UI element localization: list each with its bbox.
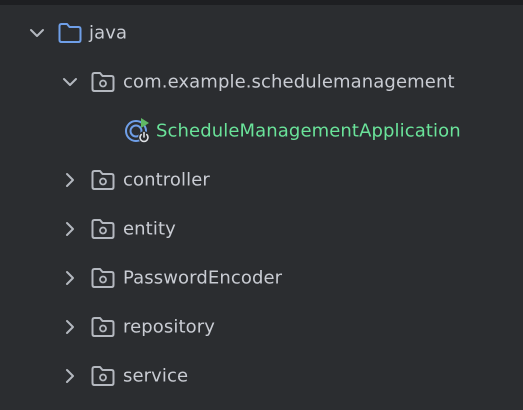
tree-node-label: service xyxy=(123,365,189,386)
package-folder-icon xyxy=(91,71,115,92)
tree-node-label: repository xyxy=(123,316,216,337)
tree-node-label: entity xyxy=(123,218,176,239)
folder-icon xyxy=(58,22,82,43)
tree-node-passwordencoder[interactable]: PasswordEncoder xyxy=(0,253,523,302)
tree-node-entity[interactable]: entity xyxy=(0,204,523,253)
chevron-right-icon[interactable] xyxy=(61,171,79,189)
tree-node-label: java xyxy=(89,22,128,43)
package-folder-icon xyxy=(91,169,115,190)
tree-node-label: ScheduleManagementApplication xyxy=(156,120,461,141)
package-folder-icon xyxy=(91,218,115,239)
tree-node-controller[interactable]: controller xyxy=(0,155,523,204)
chevron-right-icon[interactable] xyxy=(61,318,79,336)
project-tree[interactable]: java com.example.schedulemanagement Sche… xyxy=(0,8,523,400)
package-folder-icon xyxy=(91,365,115,386)
chevron-down-icon[interactable] xyxy=(61,73,79,91)
tree-node-repository[interactable]: repository xyxy=(0,302,523,351)
tree-node-package[interactable]: com.example.schedulemanagement xyxy=(0,57,523,106)
tree-node-label: com.example.schedulemanagement xyxy=(123,71,455,92)
chevron-right-icon[interactable] xyxy=(61,367,79,385)
tree-node-label: PasswordEncoder xyxy=(123,267,283,288)
chevron-down-icon[interactable] xyxy=(28,24,46,42)
tree-node-label: controller xyxy=(123,169,210,190)
panel-top-border xyxy=(0,0,523,5)
tree-node-service[interactable]: service xyxy=(0,351,523,400)
chevron-right-icon[interactable] xyxy=(61,220,79,238)
spring-boot-run-icon xyxy=(125,117,150,143)
package-folder-icon xyxy=(91,316,115,337)
chevron-right-icon[interactable] xyxy=(61,269,79,287)
tree-node-java[interactable]: java xyxy=(0,8,523,57)
tree-node-application-class[interactable]: ScheduleManagementApplication xyxy=(0,106,523,155)
package-folder-icon xyxy=(91,267,115,288)
